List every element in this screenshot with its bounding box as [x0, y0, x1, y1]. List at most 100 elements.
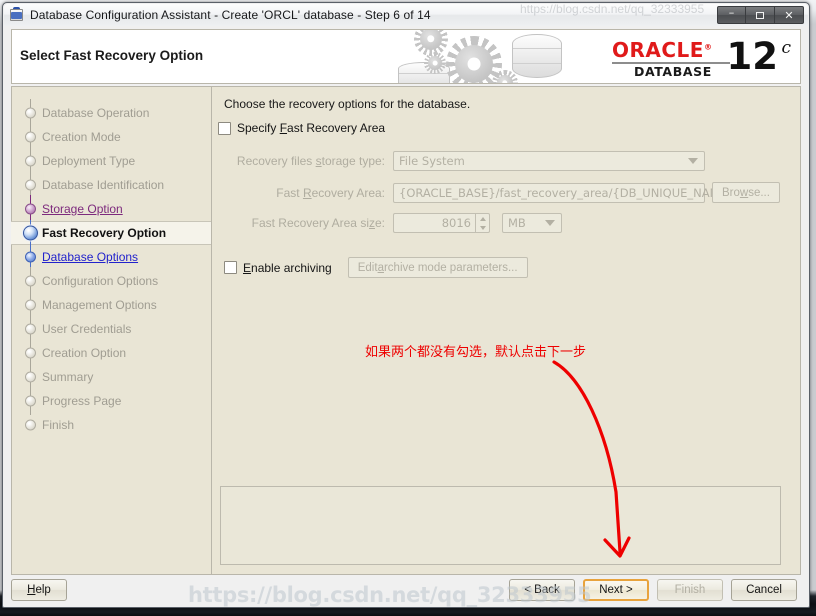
enable-archiving-label: Enable archiving	[243, 260, 332, 275]
sidebar-item-deployment-type[interactable]: Deployment Type	[12, 147, 211, 175]
database-cylinder-icon	[512, 34, 562, 78]
specify-fast-recovery-area-row[interactable]: Specify Fast Recovery Area	[218, 121, 385, 135]
fast-recovery-area-input[interactable]: {ORACLE_BASE}/fast_recovery_area/{DB_UNI…	[393, 182, 734, 203]
storage-type-value: File System	[399, 154, 465, 168]
instruction-text: Choose the recovery options for the data…	[224, 97, 471, 111]
sidebar-item-user-credentials[interactable]: User Credentials	[12, 315, 211, 343]
gear-icon	[497, 75, 513, 83]
window-controls: – ✕	[717, 6, 804, 24]
sidebar-item-storage-option[interactable]: Storage Option	[12, 195, 211, 223]
step-bullet-icon	[25, 179, 36, 191]
sidebar-item-creation-option[interactable]: Creation Option	[12, 339, 211, 367]
step-bullet-icon	[25, 131, 36, 143]
fast-recovery-area-label: Fast Recovery Area:	[276, 185, 385, 200]
size-unit-value: MB	[508, 216, 526, 230]
window-frame: Database Configuration Assistant - Creat…	[2, 2, 810, 608]
sidebar-item-label: Finish	[42, 418, 75, 432]
caret-down-icon	[479, 225, 486, 230]
registered-mark-icon: ®	[703, 42, 713, 52]
oracle-logo: ORACLE® DATABASE 12 c	[610, 35, 792, 80]
sidebar-item-configuration-options[interactable]: Configuration Options	[12, 267, 211, 295]
oracle-version-suffix: c	[781, 38, 791, 58]
step-bullet-icon	[25, 347, 36, 359]
stepper-up-button[interactable]	[476, 214, 489, 223]
sidebar-item-finish[interactable]: Finish	[12, 413, 211, 437]
enable-archiving-checkbox[interactable]	[224, 261, 237, 274]
title-bar[interactable]: Database Configuration Assistant - Creat…	[4, 4, 808, 26]
sidebar-item-label: Progress Page	[42, 394, 122, 408]
oracle-brand-text: ORACLE®	[612, 38, 713, 62]
sidebar-item-label: Storage Option	[42, 202, 123, 216]
steps-sidebar: Database Operation Creation Mode Deploym…	[11, 86, 212, 575]
storage-type-select[interactable]: File System	[393, 151, 705, 171]
sidebar-item-database-options[interactable]: Database Options	[12, 243, 211, 271]
cancel-button[interactable]: Cancel	[731, 579, 797, 601]
gear-icon	[428, 56, 442, 70]
content-panel: Choose the recovery options for the data…	[211, 86, 801, 575]
chevron-down-icon	[545, 220, 555, 226]
chevron-down-icon	[688, 158, 698, 164]
banner-artwork	[374, 30, 604, 83]
step-bullet-icon	[25, 395, 36, 407]
sidebar-item-label: User Credentials	[42, 322, 132, 336]
maximize-icon	[756, 11, 764, 19]
size-unit-select[interactable]: MB	[502, 213, 562, 233]
page-title: Select Fast Recovery Option	[20, 48, 204, 63]
step-bullet-icon	[25, 419, 36, 431]
stepper-buttons[interactable]	[475, 213, 490, 233]
step-bullet-icon	[25, 371, 36, 383]
fast-recovery-area-size-value[interactable]: 8016	[393, 213, 475, 233]
message-panel	[220, 486, 781, 565]
specify-fast-recovery-area-checkbox[interactable]	[218, 121, 231, 135]
storage-type-label: Recovery files storage type:	[236, 154, 385, 168]
sidebar-item-database-identification[interactable]: Database Identification	[12, 171, 211, 199]
help-button[interactable]: Help	[11, 579, 67, 601]
specify-fast-recovery-area-label: Specify Fast Recovery Area	[237, 121, 386, 135]
application-window: Database Configuration Assistant - Creat…	[0, 0, 816, 616]
sidebar-item-label: Creation Mode	[42, 130, 121, 144]
next-button[interactable]: Next >	[583, 579, 649, 601]
fast-recovery-area-size-label: Fast Recovery Area size:	[251, 216, 385, 230]
step-bullet-icon	[25, 323, 36, 335]
step-bullet-icon	[23, 225, 38, 241]
sidebar-item-fast-recovery-option[interactable]: Fast Recovery Option	[11, 220, 212, 248]
maximize-button[interactable]	[746, 6, 775, 24]
step-bullet-icon	[25, 275, 36, 287]
step-bullet-icon	[25, 107, 36, 119]
close-icon: ✕	[784, 8, 794, 22]
sidebar-item-summary[interactable]: Summary	[12, 363, 211, 391]
step-bullet-icon	[25, 155, 36, 167]
sidebar-item-progress-page[interactable]: Progress Page	[12, 387, 211, 415]
sidebar-item-label: Creation Option	[42, 346, 127, 360]
sidebar-item-database-operation[interactable]: Database Operation	[12, 99, 211, 127]
oracle-product-text: DATABASE	[634, 64, 712, 79]
edit-archive-mode-parameters-button[interactable]: Edit a rchive mode parameters...	[347, 257, 528, 278]
back-button[interactable]: < Back	[509, 579, 575, 601]
sidebar-item-label: Deployment Type	[42, 154, 136, 168]
banner: Select Fast Recovery Option ORACLE® DATA…	[11, 29, 801, 84]
fast-recovery-area-size-stepper[interactable]: 8016	[393, 213, 490, 233]
close-button[interactable]: ✕	[775, 6, 804, 24]
minimize-icon: –	[728, 5, 735, 19]
java-coffee-cup-icon	[9, 7, 25, 23]
minimize-button[interactable]: –	[717, 6, 746, 24]
step-bullet-icon	[25, 203, 36, 215]
step-bullet-icon	[25, 299, 36, 311]
sidebar-item-label: Database Options	[42, 250, 139, 264]
sidebar-item-label: Database Operation	[42, 106, 150, 120]
sidebar-item-label: Fast Recovery Option	[42, 226, 167, 240]
stepper-down-button[interactable]	[476, 223, 489, 232]
sidebar-item-management-options[interactable]: Management Options	[12, 291, 211, 319]
sidebar-item-label: Summary	[42, 370, 94, 384]
gear-icon	[455, 45, 493, 83]
navigation-buttons: < Back Next > Finish Cancel	[509, 579, 801, 601]
fast-recovery-area-value: {ORACLE_BASE}/fast_recovery_area/{DB_UNI…	[399, 185, 735, 200]
step-bullet-icon	[25, 251, 36, 263]
storage-type-row: Recovery files storage type: File System	[218, 151, 705, 171]
fast-recovery-area-size-row: Fast Recovery Area size: 8016 MB	[218, 213, 562, 233]
sidebar-item-label: Management Options	[42, 298, 157, 312]
enable-archiving-row[interactable]: Enable archiving Edit a rchive mode param…	[224, 257, 528, 278]
oracle-version-number: 12	[726, 35, 779, 78]
sidebar-item-creation-mode[interactable]: Creation Mode	[12, 123, 211, 151]
browse-button[interactable]: Bro w se...	[712, 182, 780, 203]
